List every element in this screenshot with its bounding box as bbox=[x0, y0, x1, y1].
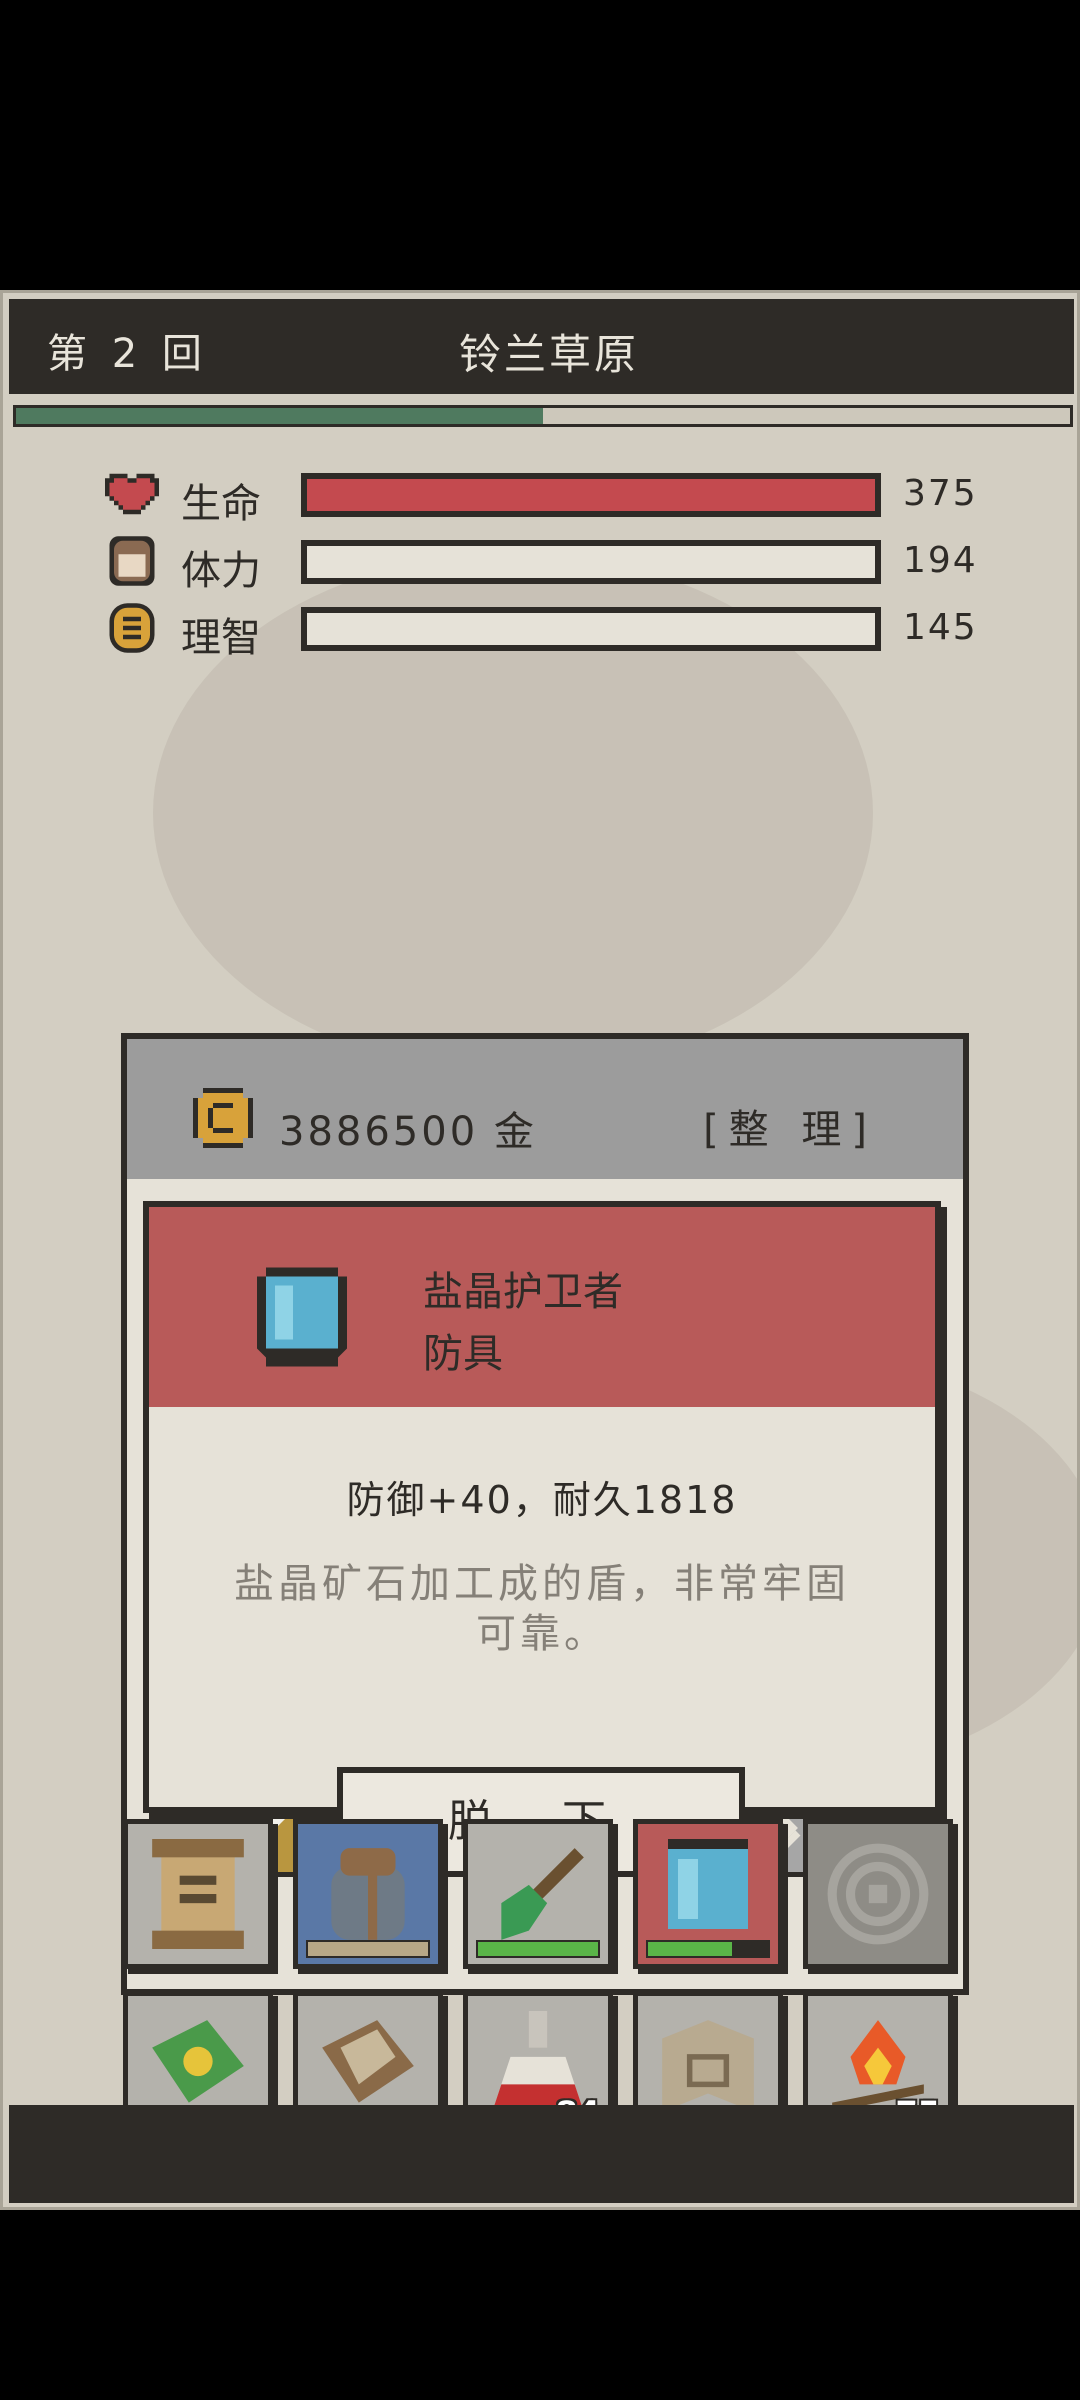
stat-bar-fill bbox=[307, 546, 875, 578]
shield-icon bbox=[668, 1839, 748, 1929]
journey-progress-bar bbox=[13, 405, 1073, 427]
stat-label: 理智 bbox=[181, 615, 261, 661]
durability-fill bbox=[648, 1942, 732, 1956]
stat-health: 生命 375 bbox=[105, 469, 985, 527]
location-title: 铃兰草原 bbox=[458, 330, 639, 379]
item-type: 防具 bbox=[423, 1331, 503, 1377]
stat-value: 145 bbox=[903, 607, 978, 648]
journey-progress-fill bbox=[16, 408, 543, 424]
top-bar: 第 2 回 铃兰草原 bbox=[9, 299, 1074, 394]
durability-fill bbox=[308, 1942, 428, 1956]
stat-bar bbox=[301, 607, 881, 651]
durability-bar bbox=[306, 1940, 430, 1958]
stat-sanity: 理智 145 bbox=[105, 603, 985, 661]
stat-bar bbox=[301, 540, 881, 584]
item-description: 盐晶矿石加工成的盾，非常牢固可靠。 bbox=[234, 1561, 850, 1657]
slot-shield[interactable] bbox=[633, 1819, 783, 1969]
slot-shovel[interactable] bbox=[463, 1819, 613, 1969]
shovel-icon bbox=[501, 1848, 584, 1940]
slot-scroll[interactable] bbox=[123, 1819, 273, 1969]
heart-icon bbox=[105, 473, 159, 515]
durability-bar bbox=[646, 1940, 770, 1958]
sanity-icon bbox=[109, 603, 155, 653]
durability-fill bbox=[478, 1942, 598, 1956]
bottom-bar bbox=[9, 2105, 1074, 2203]
stat-stamina: 体力 194 bbox=[105, 536, 985, 594]
stat-bar bbox=[301, 473, 881, 517]
stat-value: 375 bbox=[903, 473, 978, 514]
rune-icon bbox=[827, 1843, 929, 1945]
stamina-icon bbox=[109, 536, 155, 586]
stat-label: 体力 bbox=[181, 548, 261, 594]
shield-icon bbox=[257, 1267, 347, 1367]
stat-bar-fill bbox=[307, 613, 875, 645]
game-screen: 第 2 回 铃兰草原 生命 375 体力 194 理智 145 3886500 … bbox=[0, 290, 1080, 2210]
item-header: 盐晶护卫者 防具 bbox=[149, 1207, 935, 1407]
stat-bar-fill bbox=[307, 479, 875, 511]
durability-bar bbox=[476, 1940, 600, 1958]
coin-icon bbox=[193, 1088, 253, 1148]
item-stats: 防御+40，耐久1818 bbox=[346, 1478, 738, 1522]
stat-value: 194 bbox=[903, 540, 978, 581]
stat-label: 生命 bbox=[181, 481, 261, 527]
inventory-header: 3886500 金 [整 理] bbox=[127, 1039, 963, 1179]
sort-button[interactable]: [整 理] bbox=[703, 1097, 877, 1155]
backpack-icon bbox=[331, 1848, 405, 1940]
item-detail-card: 盐晶护卫者 防具 防御+40，耐久1818 盐晶矿石加工成的盾，非常牢固可靠。 bbox=[143, 1201, 941, 1813]
gold-amount: 3886500 金 bbox=[279, 1109, 537, 1155]
scroll-icon bbox=[152, 1839, 244, 1949]
item-name: 盐晶护卫者 bbox=[423, 1269, 623, 1315]
slot-empty-rune[interactable] bbox=[803, 1819, 953, 1969]
slot-backpack[interactable] bbox=[293, 1819, 443, 1969]
